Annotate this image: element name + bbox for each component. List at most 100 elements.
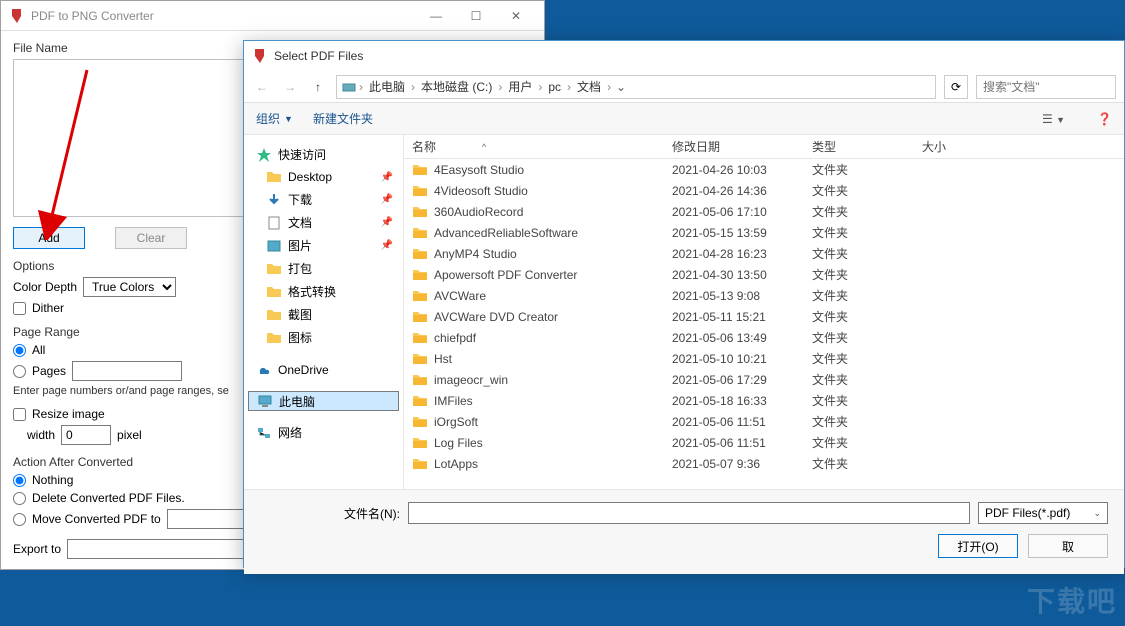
tree-item[interactable]: 文档📌 [248, 211, 399, 234]
file-row[interactable]: AVCWare DVD Creator2021-05-11 15:21文件夹 [404, 306, 1124, 327]
help-button[interactable]: ❓ [1097, 112, 1112, 126]
file-type: 文件夹 [804, 203, 914, 220]
colordepth-label: Color Depth [13, 280, 77, 294]
file-row[interactable]: 4Easysoft Studio2021-04-26 10:03文件夹 [404, 159, 1124, 180]
file-name: AVCWare DVD Creator [434, 310, 558, 324]
tree-item[interactable]: 图标 [248, 326, 399, 349]
close-button[interactable]: ✕ [496, 2, 536, 30]
maximize-button[interactable]: ☐ [456, 2, 496, 30]
breadcrumb-dropdown[interactable]: ⌄ [613, 80, 629, 94]
tree-item[interactable]: 图片📌 [248, 234, 399, 257]
forward-button[interactable]: → [280, 77, 300, 97]
open-button[interactable]: 打开(O) [938, 534, 1018, 558]
search-input[interactable] [976, 75, 1116, 99]
window-title: PDF to PNG Converter [31, 9, 416, 23]
colordepth-select[interactable]: True Colors [83, 277, 176, 297]
file-type: 文件夹 [804, 413, 914, 430]
file-name: AdvancedReliableSoftware [434, 226, 578, 240]
file-row[interactable]: AVCWare2021-05-13 9:08文件夹 [404, 285, 1124, 306]
move-radio[interactable] [13, 513, 26, 526]
folder-icon [412, 205, 428, 219]
crumb[interactable]: pc [544, 80, 565, 94]
pages-radio[interactable] [13, 365, 26, 378]
file-row[interactable]: imageocr_win2021-05-06 17:29文件夹 [404, 369, 1124, 390]
folder-icon [412, 373, 428, 387]
pages-input[interactable] [72, 361, 182, 381]
file-name: 4Videosoft Studio [434, 184, 528, 198]
file-date: 2021-05-06 13:49 [664, 331, 804, 345]
thispc-node[interactable]: 此电脑 [248, 391, 399, 411]
refresh-button[interactable]: ⟳ [944, 75, 968, 99]
file-row[interactable]: 4Videosoft Studio2021-04-26 14:36文件夹 [404, 180, 1124, 201]
add-button[interactable]: Add [13, 227, 85, 249]
file-row[interactable]: Log Files2021-05-06 11:51文件夹 [404, 432, 1124, 453]
filetype-select[interactable]: PDF Files(*.pdf)⌄ [978, 502, 1108, 524]
folder-icon [412, 226, 428, 240]
file-row[interactable]: Hst2021-05-10 10:21文件夹 [404, 348, 1124, 369]
file-row[interactable]: AdvancedReliableSoftware2021-05-15 13:59… [404, 222, 1124, 243]
file-row[interactable]: LotApps2021-05-07 9:36文件夹 [404, 453, 1124, 474]
file-name: Hst [434, 352, 452, 366]
file-name: iOrgSoft [434, 415, 478, 429]
file-row[interactable]: AnyMP4 Studio2021-04-28 16:23文件夹 [404, 243, 1124, 264]
file-date: 2021-04-26 14:36 [664, 184, 804, 198]
crumb[interactable]: 文档 [573, 78, 605, 95]
resize-checkbox[interactable] [13, 408, 26, 421]
view-button[interactable]: ☰ ▼ [1042, 112, 1065, 126]
onedrive-node[interactable]: OneDrive [248, 359, 399, 381]
file-row[interactable]: 360AudioRecord2021-05-06 17:10文件夹 [404, 201, 1124, 222]
file-row[interactable]: Apowersoft PDF Converter2021-04-30 13:50… [404, 264, 1124, 285]
minimize-button[interactable]: — [416, 2, 456, 30]
file-date: 2021-04-28 16:23 [664, 247, 804, 261]
file-name: IMFiles [434, 394, 473, 408]
tree-item[interactable]: Desktop📌 [248, 166, 399, 188]
file-row[interactable]: IMFiles2021-05-18 16:33文件夹 [404, 390, 1124, 411]
file-row[interactable]: chiefpdf2021-05-06 13:49文件夹 [404, 327, 1124, 348]
file-type: 文件夹 [804, 371, 914, 388]
breadcrumb[interactable]: › 此电脑› 本地磁盘 (C:)› 用户› pc› 文档› ⌄ [336, 75, 936, 99]
col-date[interactable]: 修改日期 [664, 138, 804, 155]
folder-icon [412, 184, 428, 198]
file-type: 文件夹 [804, 434, 914, 451]
col-size[interactable]: 大小 [914, 138, 994, 155]
nothing-radio[interactable] [13, 474, 26, 487]
dither-checkbox[interactable] [13, 302, 26, 315]
clear-button[interactable]: Clear [115, 227, 187, 249]
network-node[interactable]: 网络 [248, 421, 399, 444]
newfolder-button[interactable]: 新建文件夹 [313, 110, 373, 127]
dialog-icon [252, 48, 268, 64]
up-button[interactable]: ↑ [308, 77, 328, 97]
file-date: 2021-05-06 11:51 [664, 415, 804, 429]
pin-icon: 📌 [381, 194, 393, 205]
crumb[interactable]: 本地磁盘 (C:) [417, 78, 496, 95]
tree-item[interactable]: 下载📌 [248, 188, 399, 211]
move-label: Move Converted PDF to [32, 512, 161, 526]
crumb[interactable]: 此电脑 [365, 78, 409, 95]
filename-input[interactable] [408, 502, 970, 524]
folder-icon [412, 394, 428, 408]
col-type[interactable]: 类型 [804, 138, 914, 155]
file-date: 2021-05-06 17:29 [664, 373, 804, 387]
annotation-arrow [37, 60, 97, 240]
file-type: 文件夹 [804, 266, 914, 283]
tree-item[interactable]: 截图 [248, 303, 399, 326]
folder-icon [412, 436, 428, 450]
tree-item[interactable]: 打包 [248, 257, 399, 280]
file-type: 文件夹 [804, 329, 914, 346]
file-name: 360AudioRecord [434, 205, 523, 219]
nav-tree[interactable]: 快速访问 Desktop📌 下载📌 文档📌 图片📌 打包 格式转换 截图 图标 … [244, 135, 404, 489]
file-type: 文件夹 [804, 308, 914, 325]
all-radio[interactable] [13, 344, 26, 357]
file-row[interactable]: iOrgSoft 2021-05-06 11:51文件夹 [404, 411, 1124, 432]
dialog-titlebar: Select PDF Files [244, 41, 1124, 71]
tree-item[interactable]: 格式转换 [248, 280, 399, 303]
delete-radio[interactable] [13, 492, 26, 505]
back-button[interactable]: ← [252, 77, 272, 97]
width-input[interactable] [61, 425, 111, 445]
quickaccess-node[interactable]: 快速访问 [248, 143, 399, 166]
col-name[interactable]: 名称^ [404, 138, 664, 155]
cancel-button[interactable]: 取 [1028, 534, 1108, 558]
organize-button[interactable]: 组织 ▼ [256, 110, 293, 127]
file-type: 文件夹 [804, 224, 914, 241]
crumb[interactable]: 用户 [504, 78, 536, 95]
